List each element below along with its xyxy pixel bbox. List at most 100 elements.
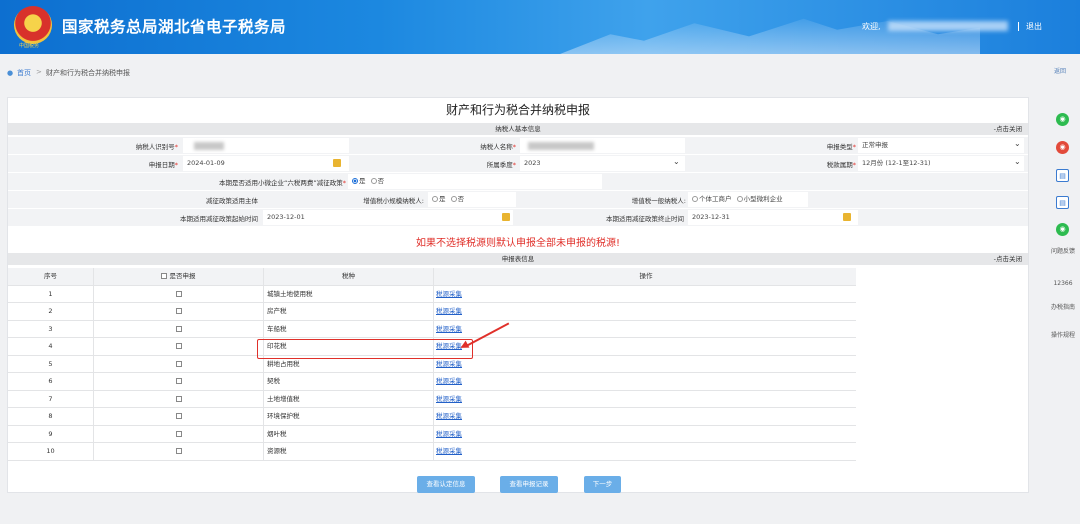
relief-end-field[interactable]: 2023-12-31 xyxy=(688,210,858,225)
chevron-down-icon[interactable]: ⌄ xyxy=(673,157,680,166)
row-declare-cell xyxy=(94,303,264,321)
tax-period-select[interactable]: 12月份 (12-1至12-31) xyxy=(858,156,1024,171)
right-toolbar: ◉ ◉ ▤ ▤ ◉ 问题反馈 12366 办税指南 操作规程 xyxy=(1044,98,1080,518)
collect-source-link[interactable]: 税源采集 xyxy=(436,377,462,385)
vat-small-no-radio[interactable] xyxy=(450,196,457,202)
chat-icon[interactable]: ◉ xyxy=(1056,223,1069,236)
declare-type-select[interactable]: 正常申报 xyxy=(858,138,1024,153)
relief-start-field[interactable]: 2023-12-01 xyxy=(263,210,513,225)
declare-checkbox[interactable] xyxy=(175,448,182,454)
weibo-icon[interactable]: ◉ xyxy=(1056,141,1069,154)
collect-source-link[interactable]: 税源采集 xyxy=(436,325,462,333)
table-row: 8 环境保护税 税源采集 xyxy=(8,408,856,426)
breadcrumb-home-link[interactable]: 首页 xyxy=(17,68,31,78)
declare-date-field[interactable]: 2024-01-09 xyxy=(183,156,349,171)
return-link[interactable]: 返回 xyxy=(1054,66,1066,75)
row-number: 7 xyxy=(8,390,94,408)
six-tax-yes-radio[interactable] xyxy=(352,178,358,184)
collect-source-link[interactable]: 税源采集 xyxy=(436,447,462,455)
vat-small-yes-label: 是 xyxy=(439,195,446,203)
row-declare-cell xyxy=(94,443,264,461)
individual-radio[interactable] xyxy=(692,196,698,202)
small-micro-radio[interactable] xyxy=(736,196,743,202)
row-op-cell: 税源采集 xyxy=(434,356,856,374)
row-op-cell: 税源采集 xyxy=(434,391,856,409)
basic-row-4: 减征政策适用主体 增值税小规模纳税人: 是 否 增值税一般纳税人: 个体工商户 … xyxy=(8,191,1028,208)
basic-row-3: 本期是否适用小微企业“六税两费”减征政策* 是 否 xyxy=(8,173,1028,190)
taxpayer-id-label: 纳税人识别号* xyxy=(135,143,178,151)
row-declare-cell xyxy=(94,425,264,443)
next-button[interactable]: 下一步 xyxy=(584,476,621,493)
declare-info-header: 申报表信息 -点击关闭 xyxy=(8,253,1028,265)
basic-info-header: 纳税人基本信息 -点击关闭 xyxy=(8,123,1028,135)
collect-source-link[interactable]: 税源采集 xyxy=(436,290,462,298)
belong-quarter-select[interactable]: 2023 xyxy=(520,156,685,171)
vat-small-yes-radio[interactable] xyxy=(432,196,438,202)
six-tax-no-radio[interactable] xyxy=(370,178,377,184)
breadcrumb-current: 财产和行为税合并纳税申报 xyxy=(46,69,130,77)
page-title: 财产和行为税合并纳税申报 xyxy=(445,103,590,117)
view-cert-button[interactable]: 查看认定信息 xyxy=(417,476,475,493)
declare-info-collapse[interactable]: -点击关闭 xyxy=(994,253,1022,265)
taxpayer-id-redacted xyxy=(194,142,224,150)
declare-checkbox[interactable] xyxy=(175,413,182,419)
row-declare-cell xyxy=(94,373,264,391)
declare-checkbox[interactable] xyxy=(175,343,182,349)
row-op-cell: 税源采集 xyxy=(434,408,856,426)
wechat-icon[interactable]: ◉ xyxy=(1056,113,1069,126)
table-row: 1 城镇土地使用税 税源采集 xyxy=(8,285,856,303)
view-records-button[interactable]: 查看申报记录 xyxy=(500,476,558,493)
row-declare-cell xyxy=(94,320,264,338)
collect-source-link[interactable]: 税源采集 xyxy=(436,395,462,403)
print-icon[interactable]: ▤ xyxy=(1056,169,1069,182)
col-no: 序号 xyxy=(8,268,94,286)
vat-general-label: 增值税一般纳税人: xyxy=(631,197,686,205)
rules-link[interactable]: 操作规程 xyxy=(1048,332,1078,340)
basic-row-1: 纳税人识别号* 纳税人名称* 申报类型* 正常申报 ⌄ xyxy=(8,137,1028,154)
document-icon[interactable]: ▤ xyxy=(1056,196,1069,209)
row-number: 5 xyxy=(8,355,94,373)
declare-checkbox[interactable] xyxy=(175,290,182,297)
row-number: 2 xyxy=(8,303,94,321)
vat-small-no-label: 否 xyxy=(457,195,465,203)
declare-checkbox[interactable] xyxy=(175,308,182,314)
breadcrumb-separator: > xyxy=(36,68,42,76)
collect-source-link[interactable]: 税源采集 xyxy=(436,412,462,420)
taxpayer-name-label: 纳税人名称* xyxy=(480,143,516,151)
table-row: 7 土地增值税 税源采集 xyxy=(8,390,856,409)
row-tax-name: 车船税 xyxy=(264,320,434,338)
six-tax-no-label: 否 xyxy=(377,177,385,185)
highlight-box xyxy=(257,339,473,359)
collect-source-link[interactable]: 税源采集 xyxy=(436,430,462,438)
guide-link[interactable]: 办税指南 xyxy=(1048,304,1078,312)
basic-info-title: 纳税人基本信息 xyxy=(495,125,541,133)
declare-checkbox[interactable] xyxy=(175,430,182,437)
declare-checkbox[interactable] xyxy=(175,360,182,367)
declare-checkbox[interactable] xyxy=(175,395,182,402)
collect-source-link[interactable]: 税源采集 xyxy=(436,307,462,315)
select-all-checkbox[interactable] xyxy=(161,273,168,279)
declare-checkbox[interactable] xyxy=(175,378,182,384)
logout-link[interactable]: 退出 xyxy=(1026,21,1042,32)
relief-start-label: 本期适用减征政策起始时间 xyxy=(180,215,258,223)
basic-info-collapse[interactable]: -点击关闭 xyxy=(994,123,1022,135)
belong-quarter-label: 所属季度* xyxy=(486,161,516,169)
site-title: 国家税务总局湖北省电子税务局 xyxy=(62,18,287,36)
six-tax-yes-label: 是 xyxy=(359,177,366,185)
vat-small-label: 增值税小规模纳税人: xyxy=(363,197,424,205)
declare-checkbox[interactable] xyxy=(175,325,182,332)
feedback-link[interactable]: 问题反馈 xyxy=(1048,248,1078,256)
hotline-text: 12366 xyxy=(1053,280,1073,287)
calendar-icon[interactable] xyxy=(843,213,851,221)
chevron-down-icon[interactable]: ⌄ xyxy=(1014,157,1021,166)
table-row: 2 房产税 税源采集 xyxy=(8,303,856,321)
chevron-down-icon[interactable]: ⌄ xyxy=(1014,139,1021,148)
calendar-icon[interactable] xyxy=(333,159,341,167)
calendar-icon[interactable] xyxy=(502,213,510,221)
row-number: 4 xyxy=(8,338,94,356)
emblem-caption: 中国税务 xyxy=(19,43,40,49)
row-op-cell: 税源采集 xyxy=(434,373,856,391)
collect-source-link[interactable]: 税源采集 xyxy=(436,360,462,368)
col-declare: 是否申报 xyxy=(94,268,264,286)
declare-date-label: 申报日期* xyxy=(148,161,178,169)
